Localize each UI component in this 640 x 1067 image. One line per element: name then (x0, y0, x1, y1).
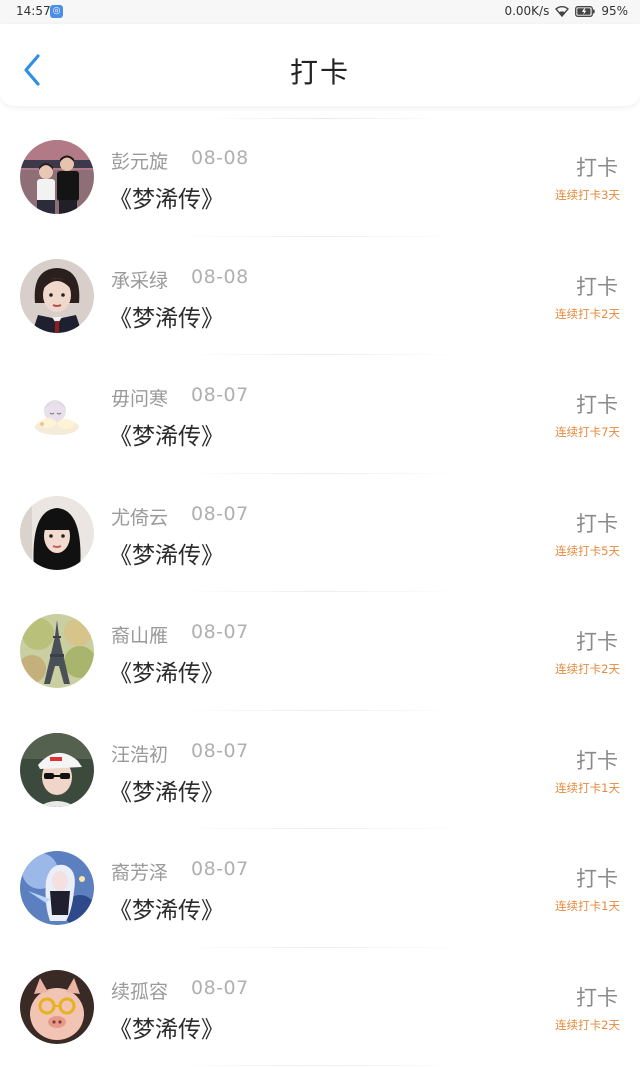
book-title: 《梦浠传》 (109, 424, 224, 450)
user-name: 续孤容 (111, 980, 169, 1003)
avatar[interactable] (20, 495, 94, 570)
streak-badge: 连续打卡1天 (555, 780, 620, 795)
avatar[interactable] (20, 614, 94, 688)
status-time: 14:57 (16, 4, 51, 18)
checkin-date: 08-07 (191, 502, 249, 525)
book-title: 《梦浠传》 (109, 661, 224, 687)
list-item[interactable]: 续孤容 08-07 《梦浠传》 打卡连续打卡2天 (0, 948, 640, 1066)
checkin-list: 彭元旋 08-08 《梦浠传》 打卡 连续打卡3天 承采绿 08-08 《梦浠传》 打卡 连续打卡… (0, 118, 640, 1066)
header: 打卡 (0, 24, 640, 106)
streak-badge: 连续打卡1天 (555, 899, 620, 913)
wifi-icon (555, 5, 570, 17)
list-item[interactable]: 裔山雁 08-07 《梦浠传》 打卡连续打卡2天 (0, 592, 640, 711)
checkin-label: 打卡 (576, 274, 618, 299)
streak-badge: 连续打卡2天 (555, 306, 620, 321)
network-speed: 0.00K/s (504, 4, 550, 18)
user-name: 汪浩初 (111, 743, 169, 766)
checkin-label: 打卡 (576, 511, 618, 536)
checkin-label: 打卡 (576, 156, 618, 180)
streak-badge: 连续打卡3天 (555, 188, 620, 202)
checkin-date: 08-08 (191, 265, 249, 288)
checkin-date: 08-07 (191, 858, 249, 880)
user-name: 尤倚云 (111, 506, 169, 529)
list-item[interactable]: 尤倚云 08-07 《梦浠传》 打卡连续打卡5天 (0, 474, 640, 592)
list-item[interactable]: 彭元旋 08-08 《梦浠传》 打卡连续打卡3天 (0, 118, 640, 237)
avatar[interactable] (20, 969, 94, 1044)
book-title: 《梦浠传》 (109, 305, 224, 332)
checkin-label: 打卡 (576, 748, 618, 773)
divider (180, 1065, 460, 1066)
list-item[interactable]: 毋问寒 08-07 《梦浠传》 打卡连续打卡7天 (0, 355, 640, 474)
battery-percent: 95% (601, 4, 628, 18)
user-name: 彭元旋 (111, 151, 169, 173)
user-name: 裔芳泽 (111, 862, 169, 884)
checkin-date: 08-07 (191, 621, 249, 643)
book-title: 《梦浠传》 (109, 187, 224, 213)
avatar[interactable] (20, 377, 94, 451)
list-item[interactable]: 裔芳泽 08-07 《梦浠传》 打卡连续打卡1天 (0, 829, 640, 948)
checkin-label: 打卡 (576, 393, 618, 417)
app-notification-icon: ◎ (50, 5, 63, 18)
status-bar: 14:57 ◎ 0.00K/s 95% (0, 0, 640, 24)
checkin-label: 打卡 (576, 985, 618, 1010)
user-name: 裔山雁 (111, 625, 169, 647)
streak-badge: 连续打卡5天 (555, 543, 620, 558)
book-title: 《梦浠传》 (109, 542, 224, 569)
book-title: 《梦浠传》 (109, 1016, 224, 1043)
book-title: 《梦浠传》 (109, 898, 224, 924)
checkin-label: 打卡 (576, 630, 618, 654)
list-item[interactable]: 承采绿 08-08 《梦浠传》 打卡连续打卡2天 (0, 237, 640, 355)
streak-badge: 连续打卡7天 (555, 425, 620, 439)
streak-badge: 连续打卡2天 (555, 1017, 620, 1032)
streak-badge: 连续打卡2天 (555, 662, 620, 676)
avatar[interactable] (20, 851, 94, 925)
checkin-date: 08-07 (191, 739, 249, 762)
book-title: 《梦浠传》 (109, 779, 224, 806)
battery-icon (575, 5, 595, 17)
checkin-date: 08-08 (191, 147, 249, 169)
avatar[interactable] (20, 258, 94, 333)
user-name: 毋问寒 (111, 388, 169, 410)
status-indicators: 0.00K/s 95% (504, 4, 628, 18)
user-name: 承采绿 (111, 269, 169, 292)
avatar[interactable] (20, 140, 94, 214)
checkin-date: 08-07 (191, 384, 249, 406)
checkin-label: 打卡 (576, 867, 618, 891)
avatar[interactable] (20, 732, 94, 807)
list-item[interactable]: 汪浩初 08-07 《梦浠传》 打卡连续打卡1天 (0, 711, 640, 829)
checkin-date: 08-07 (191, 976, 249, 999)
page-title: 打卡 (289, 56, 350, 89)
